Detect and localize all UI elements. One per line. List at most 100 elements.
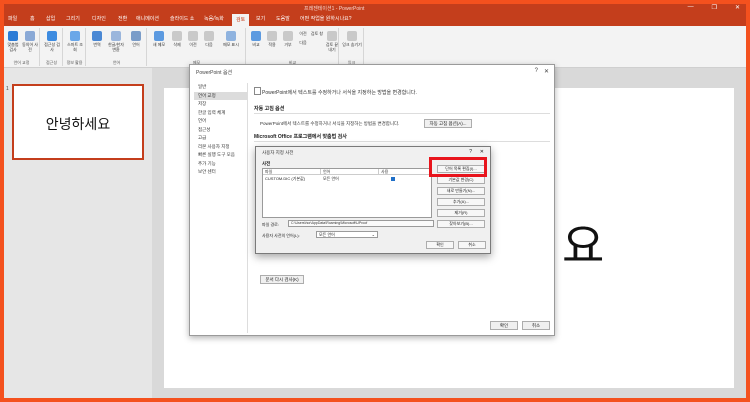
group-label-insights: 정보 활용 bbox=[66, 60, 83, 65]
options-ok-button[interactable]: 확인 bbox=[490, 321, 518, 330]
autocorrect-section-title: 자동 고침 옵션 bbox=[254, 106, 285, 112]
group-label-language: 언어 bbox=[112, 60, 121, 65]
help-icon[interactable]: ? bbox=[469, 149, 472, 155]
options-cancel-button[interactable]: 취소 bbox=[522, 321, 550, 330]
add-dictionary-button[interactable]: 추가(A)... bbox=[437, 198, 485, 206]
accessibility-check-button[interactable]: 접근성 검사 bbox=[43, 31, 61, 52]
section-divider bbox=[254, 113, 550, 114]
thesaurus-button[interactable]: 동의어 사전 bbox=[22, 31, 38, 52]
accept-button[interactable]: 적용 bbox=[265, 31, 279, 47]
nav-quick-access[interactable]: 빠른 실행 도구 모음 bbox=[194, 151, 247, 160]
accept-icon bbox=[267, 31, 277, 41]
tab-review[interactable]: 검토 bbox=[232, 14, 250, 26]
col-enabled[interactable]: 사용 bbox=[379, 169, 431, 175]
nav-addins[interactable]: 추가 기능 bbox=[194, 160, 247, 169]
tab-transitions[interactable]: 전환 bbox=[118, 15, 127, 22]
browse-button[interactable]: 찾아보기(B)... bbox=[437, 220, 485, 228]
proofing-intro: PowerPoint에서 텍스트를 수정하거나 서식을 지정하는 방법을 변경합… bbox=[262, 90, 417, 96]
reject-icon bbox=[283, 31, 293, 41]
section-divider bbox=[254, 141, 550, 142]
tab-home[interactable]: 홈 bbox=[30, 15, 35, 22]
new-comment-button[interactable]: 새 메모 bbox=[150, 31, 168, 47]
end-review-button[interactable]: 검토 끝내기 bbox=[325, 31, 339, 52]
tab-animations[interactable]: 애니메이션 bbox=[136, 15, 159, 22]
new-dictionary-button[interactable]: 새로 만들기(N)... bbox=[437, 187, 485, 195]
highlight-box bbox=[429, 157, 487, 177]
change-default-button[interactable]: 기본값 변경(C) bbox=[437, 176, 485, 184]
reject-button[interactable]: 거부 bbox=[281, 31, 295, 47]
compare-button[interactable]: 비교 bbox=[249, 31, 263, 47]
dict-language-value: 모든 언어 bbox=[319, 232, 335, 237]
hangul-hanja-button[interactable]: 한글/한자 변환 bbox=[106, 31, 126, 52]
spellcheck-icon bbox=[8, 31, 18, 41]
col-language[interactable]: 언어 bbox=[321, 169, 379, 175]
remove-dictionary-button[interactable]: 제거(R) bbox=[437, 209, 485, 217]
next-icon bbox=[204, 31, 214, 41]
tab-draw[interactable]: 그리기 bbox=[66, 15, 80, 22]
group-proofing: 맞춤법 검사 동의어 사전 언어 교정 bbox=[4, 28, 40, 66]
reviewing-pane-button[interactable]: 검토 창 bbox=[310, 31, 324, 36]
tab-design[interactable]: 디자인 bbox=[92, 15, 106, 22]
custom-dict-title: 사용자 지정 사전 bbox=[262, 150, 294, 155]
nav-advanced[interactable]: 고급 bbox=[194, 134, 247, 143]
nav-general[interactable]: 일반 bbox=[194, 83, 247, 92]
nav-save[interactable]: 저장 bbox=[194, 100, 247, 109]
dictionary-list[interactable]: 파일 언어 사용 CUSTOM.DIC (기본값) 모든 언어 bbox=[262, 168, 432, 218]
maximize-button[interactable]: ❐ bbox=[712, 4, 717, 11]
tab-view[interactable]: 보기 bbox=[256, 15, 265, 22]
nav-proofing[interactable]: 언어 교정 bbox=[194, 91, 247, 100]
show-comments-icon bbox=[226, 31, 236, 41]
nav-trust-center[interactable]: 보안 센터 bbox=[194, 168, 247, 177]
hide-ink-button[interactable]: 잉크 숨기기 bbox=[342, 31, 362, 47]
close-button[interactable]: ✕ bbox=[735, 4, 740, 11]
spelling-button[interactable]: 맞춤법 검사 bbox=[6, 31, 20, 52]
smart-lookup-button[interactable]: 스마트 조회 bbox=[66, 31, 84, 52]
recheck-document-button[interactable]: 문서 다시 검사(K) bbox=[260, 275, 304, 284]
prev-comment-button[interactable]: 이전 bbox=[186, 31, 200, 47]
minimize-button[interactable]: — bbox=[688, 4, 694, 11]
dictionary-list-label: 사전 bbox=[262, 161, 271, 166]
close-icon[interactable]: ✕ bbox=[480, 149, 484, 155]
dict-language-select[interactable]: 모든 언어 ⌄ bbox=[316, 231, 378, 238]
delete-comment-button[interactable]: 삭제 bbox=[170, 31, 184, 47]
help-icon[interactable]: ? bbox=[535, 68, 538, 74]
tab-file[interactable]: 파일 bbox=[8, 15, 17, 22]
nav-language[interactable]: 언어 bbox=[194, 117, 247, 126]
dict-enabled-checkbox[interactable] bbox=[391, 177, 395, 181]
custom-dict-ok-button[interactable]: 확인 bbox=[426, 241, 454, 249]
show-comments-button[interactable]: 메모 표시 bbox=[220, 31, 242, 47]
tab-insert[interactable]: 삽입 bbox=[46, 15, 55, 22]
window-controls: — ❐ ✕ bbox=[688, 4, 740, 11]
abc-check-icon bbox=[254, 87, 261, 95]
autocorrect-options-button[interactable]: 자동 고침 옵션(A)... bbox=[424, 119, 472, 128]
compare-prev-button[interactable]: 이전 bbox=[297, 31, 309, 36]
hide-ink-icon bbox=[347, 31, 357, 41]
group-comments: 새 메모 삭제 이전 다음 메모 표시 메모 bbox=[148, 28, 246, 66]
slide-thumbnails-pane: 1 안녕하세요 bbox=[4, 68, 152, 398]
options-dialog-title: PowerPoint 옵션 bbox=[196, 70, 233, 76]
slide-thumbnail[interactable]: 안녕하세요 bbox=[12, 84, 144, 160]
spellcheck-section-title: Microsoft Office 프로그램에서 맞춤법 검사 bbox=[254, 134, 347, 140]
title-bar: 프레젠테이션1 - PowerPoint — ❐ ✕ bbox=[4, 4, 746, 12]
tell-me-search[interactable]: 어떤 작업을 원하시나요? bbox=[300, 15, 352, 22]
tab-recording[interactable]: 녹음/녹화 bbox=[204, 15, 224, 22]
nav-accessibility[interactable]: 접근성 bbox=[194, 126, 247, 135]
language-button[interactable]: 언어 bbox=[128, 31, 144, 47]
tab-slideshow[interactable]: 슬라이드 쇼 bbox=[170, 15, 194, 22]
dict-language: 모든 언어 bbox=[323, 176, 339, 181]
compare-next-button[interactable]: 다음 bbox=[297, 40, 309, 45]
col-file[interactable]: 파일 bbox=[263, 169, 321, 175]
file-path-field[interactable]: C:\Users\hor\AppData\Roaming\Microsoft\U… bbox=[288, 220, 434, 227]
end-review-icon bbox=[327, 31, 337, 41]
options-nav: 일반 언어 교정 저장 한글 입력 체계 언어 접근성 고급 리본 사용자 지정… bbox=[194, 83, 248, 333]
close-icon[interactable]: ✕ bbox=[544, 68, 549, 75]
translate-button[interactable]: 번역 bbox=[89, 31, 105, 47]
next-comment-button[interactable]: 다음 bbox=[202, 31, 216, 47]
tab-help[interactable]: 도움말 bbox=[276, 15, 290, 22]
comment-icon bbox=[154, 31, 164, 41]
table-row[interactable]: CUSTOM.DIC (기본값) 모든 언어 bbox=[263, 176, 431, 182]
nav-customize-ribbon[interactable]: 리본 사용자 지정 bbox=[194, 143, 247, 152]
group-label-proofing: 언어 교정 bbox=[13, 60, 30, 65]
nav-hangul-ime[interactable]: 한글 입력 체계 bbox=[194, 109, 247, 118]
custom-dict-cancel-button[interactable]: 취소 bbox=[458, 241, 486, 249]
